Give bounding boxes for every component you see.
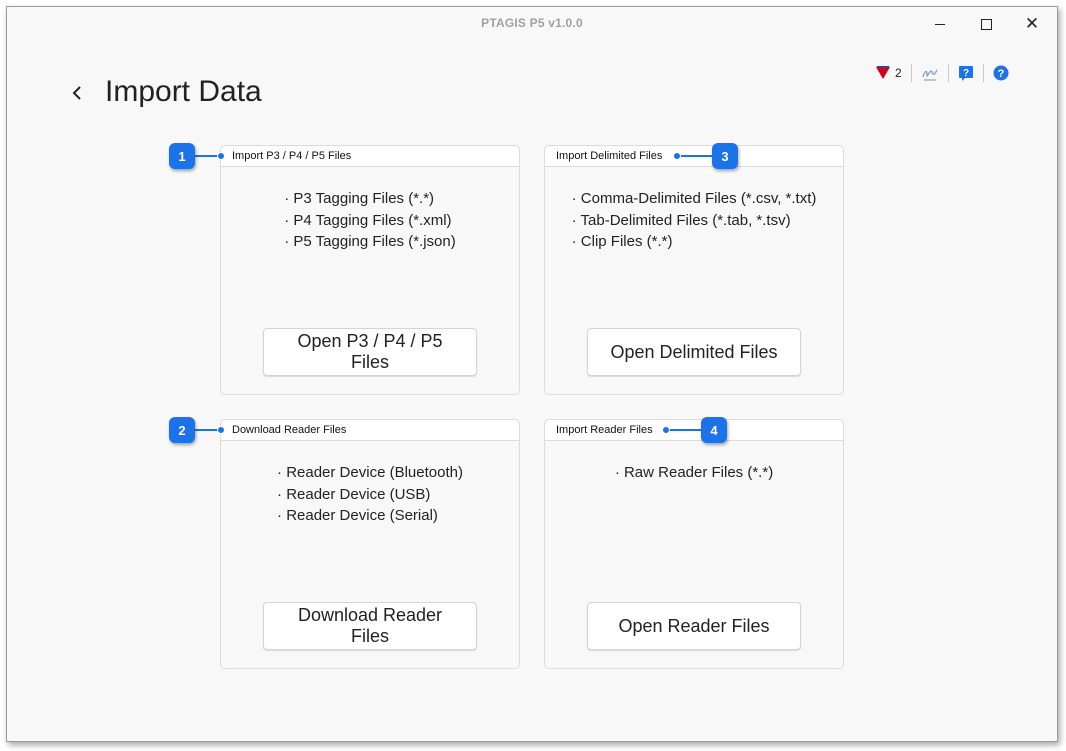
callout-dot: [662, 426, 670, 434]
file-type-list: · Raw Reader Files (*.*): [545, 462, 843, 484]
toolbar-divider: [982, 64, 984, 82]
list-item: · P4 Tagging Files (*.xml): [284, 211, 452, 229]
import-reader-files-card: Import Reader Files · Raw Reader Files (…: [544, 419, 844, 669]
card-label: Import Reader Files: [556, 424, 653, 436]
minimize-icon: [935, 23, 945, 25]
app-window: PTAGIS P5 v1.0.0 ✕ 2 ? ? Import Data Imp…: [6, 6, 1058, 742]
help-book-icon: ?: [958, 66, 973, 81]
list-item: · Reader Device (Bluetooth): [277, 464, 463, 481]
help-circle-icon: ?: [993, 65, 1009, 81]
device-list: · Reader Device (Bluetooth) · Reader Dev…: [221, 462, 519, 527]
list-item: · Reader Device (Serial): [277, 507, 438, 524]
import-p3-p4-p5-card: Import P3 / P4 / P5 Files · P3 Tagging F…: [220, 145, 520, 395]
top-toolbar: 2 ? ?: [875, 63, 1009, 83]
window-title: PTAGIS P5 v1.0.0: [481, 16, 583, 30]
maximize-icon: [980, 18, 992, 30]
callout-badge-2: 2: [169, 417, 195, 443]
toolbar-divider: [947, 64, 949, 82]
card-header: Import P3 / P4 / P5 Files: [221, 146, 519, 167]
import-delimited-card: Import Delimited Files · Comma-Delimited…: [544, 145, 844, 395]
callout-dot: [217, 152, 225, 160]
card-label: Download Reader Files: [232, 424, 347, 436]
filter-count: 2: [895, 66, 902, 80]
maximize-button[interactable]: [963, 9, 1009, 39]
chevron-left-icon: [72, 86, 81, 100]
open-delimited-files-button[interactable]: Open Delimited Files: [587, 328, 801, 376]
minimize-button[interactable]: [917, 9, 963, 39]
list-item: · Tab-Delimited Files (*.tab, *.tsv): [571, 211, 791, 229]
list-item: · Clip Files (*.*): [571, 233, 673, 250]
open-p3-p4-p5-files-button[interactable]: Open P3 / P4 / P5 Files: [263, 328, 477, 376]
callout-badge-3: 3: [712, 143, 738, 169]
sign-icon: [922, 69, 938, 81]
callout-badge-4: 4: [701, 417, 727, 443]
list-item: · P3 Tagging Files (*.*): [284, 190, 435, 207]
help-button[interactable]: ?: [993, 65, 1009, 81]
list-item: · P5 Tagging Files (*.json): [284, 233, 456, 250]
close-icon: ✕: [1024, 14, 1040, 33]
card-header: Download Reader Files: [221, 420, 519, 441]
file-type-list: · Comma-Delimited Files (*.csv, *.txt) ·…: [545, 188, 843, 253]
callout-dot: [217, 426, 225, 434]
toolbar-divider: [910, 64, 912, 82]
download-reader-files-button[interactable]: Download Reader Files: [263, 602, 477, 650]
card-label: Import Delimited Files: [556, 150, 663, 162]
download-reader-files-card: Download Reader Files · Reader Device (B…: [220, 419, 520, 669]
svg-text:?: ?: [997, 68, 1004, 80]
list-item: · Comma-Delimited Files (*.csv, *.txt): [571, 190, 817, 207]
back-button[interactable]: [67, 81, 87, 105]
open-reader-files-button[interactable]: Open Reader Files: [587, 602, 801, 650]
sign-button[interactable]: [921, 64, 939, 82]
filter-button[interactable]: 2: [875, 65, 902, 81]
list-item: · Raw Reader Files (*.*): [614, 464, 774, 481]
list-item: · Reader Device (USB): [277, 485, 431, 503]
callout-badge-1: 1: [169, 143, 195, 169]
callout-dot: [673, 152, 681, 160]
svg-text:?: ?: [963, 68, 969, 79]
file-type-list: · P3 Tagging Files (*.*) · P4 Tagging Fi…: [221, 188, 519, 253]
help-book-button[interactable]: ?: [958, 65, 974, 81]
close-button[interactable]: ✕: [1009, 9, 1055, 39]
card-label: Import P3 / P4 / P5 Files: [232, 150, 352, 162]
page-title: Import Data: [105, 75, 262, 108]
filter-flag-icon: [876, 66, 890, 79]
